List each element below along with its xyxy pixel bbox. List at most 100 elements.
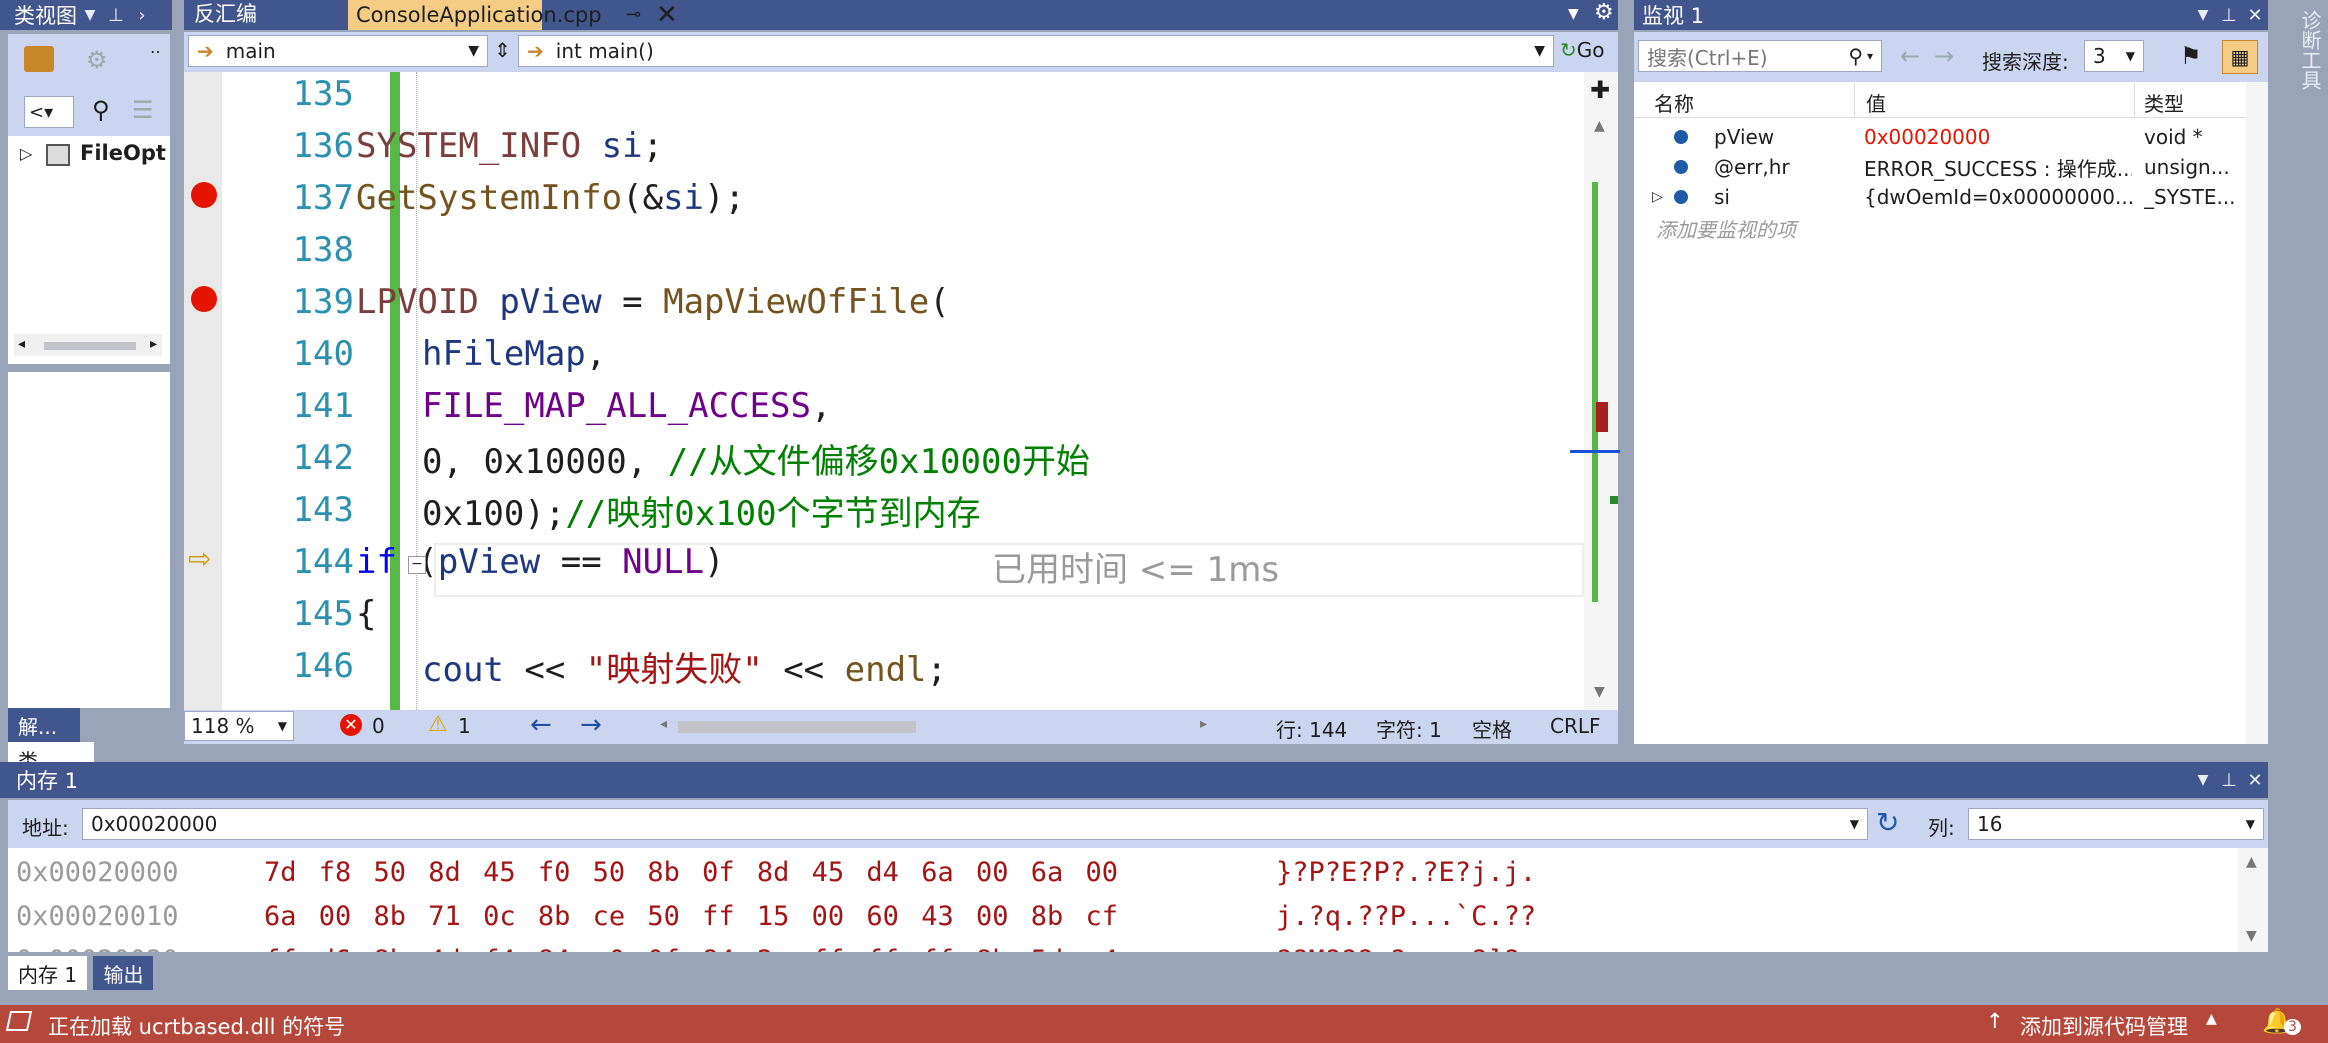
dropdown-icon[interactable]: ▼: [2190, 2, 2216, 28]
close-icon[interactable]: ✕: [2242, 2, 2268, 28]
dropdown-icon[interactable]: ▼: [2190, 767, 2216, 793]
memory-ascii[interactable]: ??M???.?<...?]?: [1276, 945, 1520, 953]
column-value[interactable]: 值: [1866, 88, 1886, 117]
error-count[interactable]: 0: [372, 714, 385, 738]
search-forward-icon[interactable]: →: [1934, 42, 1954, 70]
columns-combo[interactable]: 16 ▼: [1968, 808, 2264, 840]
watch-row[interactable]: pView 0x00020000 void *: [1634, 122, 2268, 152]
code-line-144[interactable]: 144 if (pView == NULL): [184, 536, 1584, 588]
editor-hscrollbar[interactable]: ◂ ▸: [660, 714, 1220, 738]
class-view-back-combo[interactable]: < ▾: [24, 96, 74, 128]
tab-output[interactable]: 输出: [93, 956, 154, 990]
memory-ascii[interactable]: }?P?E?P?.?E?j.j.: [1276, 857, 1536, 888]
tab-console-application[interactable]: ConsoleApplication.cpp: [348, 0, 602, 30]
watch-row[interactable]: @err,hr ERROR_SUCCESS : 操作成... unsign...: [1634, 152, 2268, 182]
zoom-combo[interactable]: 118 % ▼: [184, 711, 294, 741]
watch-value[interactable]: ERROR_SUCCESS : 操作成...: [1864, 153, 2132, 182]
chevron-up-icon[interactable]: ▲: [2206, 1011, 2217, 1027]
tab-disassembly[interactable]: 反汇编: [194, 0, 257, 30]
split-icon[interactable]: ⇕: [494, 38, 511, 62]
code-line-142[interactable]: 142 0, 0x10000, //从文件偏移0x10000开始: [184, 432, 1584, 484]
breakpoint-139[interactable]: [191, 286, 217, 312]
dropdown-icon[interactable]: ▼: [77, 2, 103, 28]
code-line-138[interactable]: 138: [184, 224, 1584, 276]
memory-ascii[interactable]: j.?q.??P...`C.??: [1276, 901, 1536, 932]
code-line-141[interactable]: 141 FILE_MAP_ALL_ACCESS,: [184, 380, 1584, 432]
code-line-136[interactable]: 136 SYSTEM_INFO si;: [184, 120, 1584, 172]
pin-tab-icon[interactable]: ⊸: [626, 4, 641, 25]
collapse-icon[interactable]: −: [408, 556, 426, 574]
memory-view[interactable]: 0x00020000 7d f8 50 8d 45 f0 50 8b 0f 8d …: [8, 848, 2268, 952]
nav-forward-icon[interactable]: →: [580, 710, 602, 740]
watch-name[interactable]: pView: [1714, 125, 1774, 149]
memory-row[interactable]: 0x00020020 ff d6 8b 4d f4 84 c0 0f 84 2e …: [8, 938, 2238, 953]
add-watch-hint[interactable]: 添加要监视的项: [1656, 214, 1796, 243]
watch-name[interactable]: @err,hr: [1714, 155, 1790, 179]
expand-icon[interactable]: ▷: [20, 144, 32, 163]
split-handle-icon[interactable]: ✚: [1590, 76, 1610, 104]
status-char[interactable]: 字符: 1: [1376, 714, 1442, 743]
hex-toggle-icon[interactable]: ▦: [2222, 40, 2258, 74]
overflow-icon[interactable]: ‥: [150, 38, 161, 57]
memory-bytes[interactable]: 7d f8 50 8d 45 f0 50 8b 0f 8d 45 d4 6a 0…: [264, 857, 1118, 888]
filter-icon[interactable]: ⚑: [2180, 42, 2202, 70]
code-editor[interactable]: 135 136 SYSTEM_INFO si; 137 GetSystemInfo(&s…: [184, 72, 1584, 710]
code-line-146[interactable]: 146 cout << "映射失败" << endl;: [184, 640, 1584, 692]
column-name[interactable]: 名称: [1654, 88, 1694, 117]
diagnostic-tools-tab[interactable]: 诊断工具: [2288, 0, 2328, 200]
warning-icon[interactable]: ⚠: [428, 712, 448, 737]
code-line-139[interactable]: 139 LPVOID pView = MapViewOfFile(: [184, 276, 1584, 328]
settings-icon[interactable]: ⚙: [86, 46, 108, 74]
code-line-145[interactable]: 145{: [184, 588, 1584, 640]
member-combo[interactable]: ➔ int main() ▼: [518, 35, 1554, 67]
tab-list-icon[interactable]: ▼: [1568, 6, 1579, 22]
error-icon[interactable]: ✕: [340, 714, 362, 736]
scroll-up-icon[interactable]: ▲: [1594, 118, 1605, 134]
pin-icon[interactable]: ⊥: [103, 2, 129, 28]
status-eol[interactable]: CRLF: [1550, 714, 1601, 738]
horizontal-scrollbar[interactable]: ◂ ▸: [14, 334, 162, 356]
memory-bytes[interactable]: ff d6 8b 4d f4 84 c0 0f 84 2e ff ff ff 8…: [264, 945, 1118, 953]
status-line[interactable]: 行: 144: [1276, 714, 1347, 743]
new-folder-icon[interactable]: [24, 46, 54, 72]
go-button[interactable]: ↻ Go: [1560, 38, 1605, 62]
search-icon[interactable]: ⚲: [92, 96, 110, 124]
breakpoint-137[interactable]: [191, 182, 217, 208]
search-back-icon[interactable]: ←: [1900, 42, 1920, 70]
tab-memory-1[interactable]: 内存 1: [8, 956, 88, 990]
expand-icon[interactable]: ▷: [1652, 189, 1663, 205]
code-line-143[interactable]: 143 0x100);//映射0x100个字节到内存: [184, 484, 1584, 536]
memory-row[interactable]: 0x00020010 6a 00 8b 71 0c 8b ce 50 ff 15 …: [8, 894, 2238, 938]
close-icon[interactable]: ›: [129, 2, 155, 28]
scope-combo[interactable]: ➔ main ▼: [188, 35, 488, 67]
list-icon[interactable]: ☰: [132, 96, 154, 124]
close-tab-icon[interactable]: ✕: [656, 0, 678, 30]
watch-value[interactable]: {dwOemId=0x00000000...: [1864, 185, 2132, 209]
pin-icon[interactable]: ⊥: [2216, 2, 2242, 28]
memory-bytes[interactable]: 6a 00 8b 71 0c 8b ce 50 ff 15 00 60 43 0…: [264, 901, 1118, 932]
tab-solution-explorer[interactable]: 解...: [8, 708, 80, 742]
watch-scrollbar[interactable]: [2246, 82, 2268, 744]
nav-back-icon[interactable]: ←: [530, 710, 552, 740]
depth-combo[interactable]: 3 ▼: [2084, 40, 2144, 72]
tree-item-fileopt[interactable]: FileOpt: [80, 141, 166, 165]
memory-scrollbar[interactable]: ▲ ▼: [2238, 848, 2268, 952]
watch-value[interactable]: 0x00020000: [1864, 125, 2132, 149]
pin-icon[interactable]: ⊥: [2216, 767, 2242, 793]
code-line-135[interactable]: 135: [184, 72, 1584, 120]
code-line-137[interactable]: 137 GetSystemInfo(&si);: [184, 172, 1584, 224]
watch-name[interactable]: si: [1714, 185, 1730, 209]
watch-row[interactable]: ▷ si {dwOemId=0x00000000... _SYSTE...: [1634, 182, 2268, 212]
warning-count[interactable]: 1: [458, 714, 471, 738]
close-icon[interactable]: ✕: [2242, 767, 2268, 793]
refresh-icon[interactable]: ↻: [1876, 806, 1899, 839]
scroll-down-icon[interactable]: ▼: [1594, 684, 1605, 700]
editor-settings-icon[interactable]: ⚙: [1594, 0, 1614, 25]
code-line-140[interactable]: 140 hFileMap,: [184, 328, 1584, 380]
source-control-button[interactable]: 添加到源代码管理: [2020, 1011, 2188, 1041]
memory-row[interactable]: 0x00020000 7d f8 50 8d 45 f0 50 8b 0f 8d …: [8, 850, 2238, 894]
editor-vscrollbar[interactable]: ✚ ▲ ▼: [1570, 72, 1620, 710]
watch-search-input[interactable]: 搜索(Ctrl+E) ⚲ ▾: [1638, 40, 1882, 72]
column-type[interactable]: 类型: [2144, 88, 2184, 117]
address-input[interactable]: 0x00020000 ▼: [82, 808, 1868, 840]
